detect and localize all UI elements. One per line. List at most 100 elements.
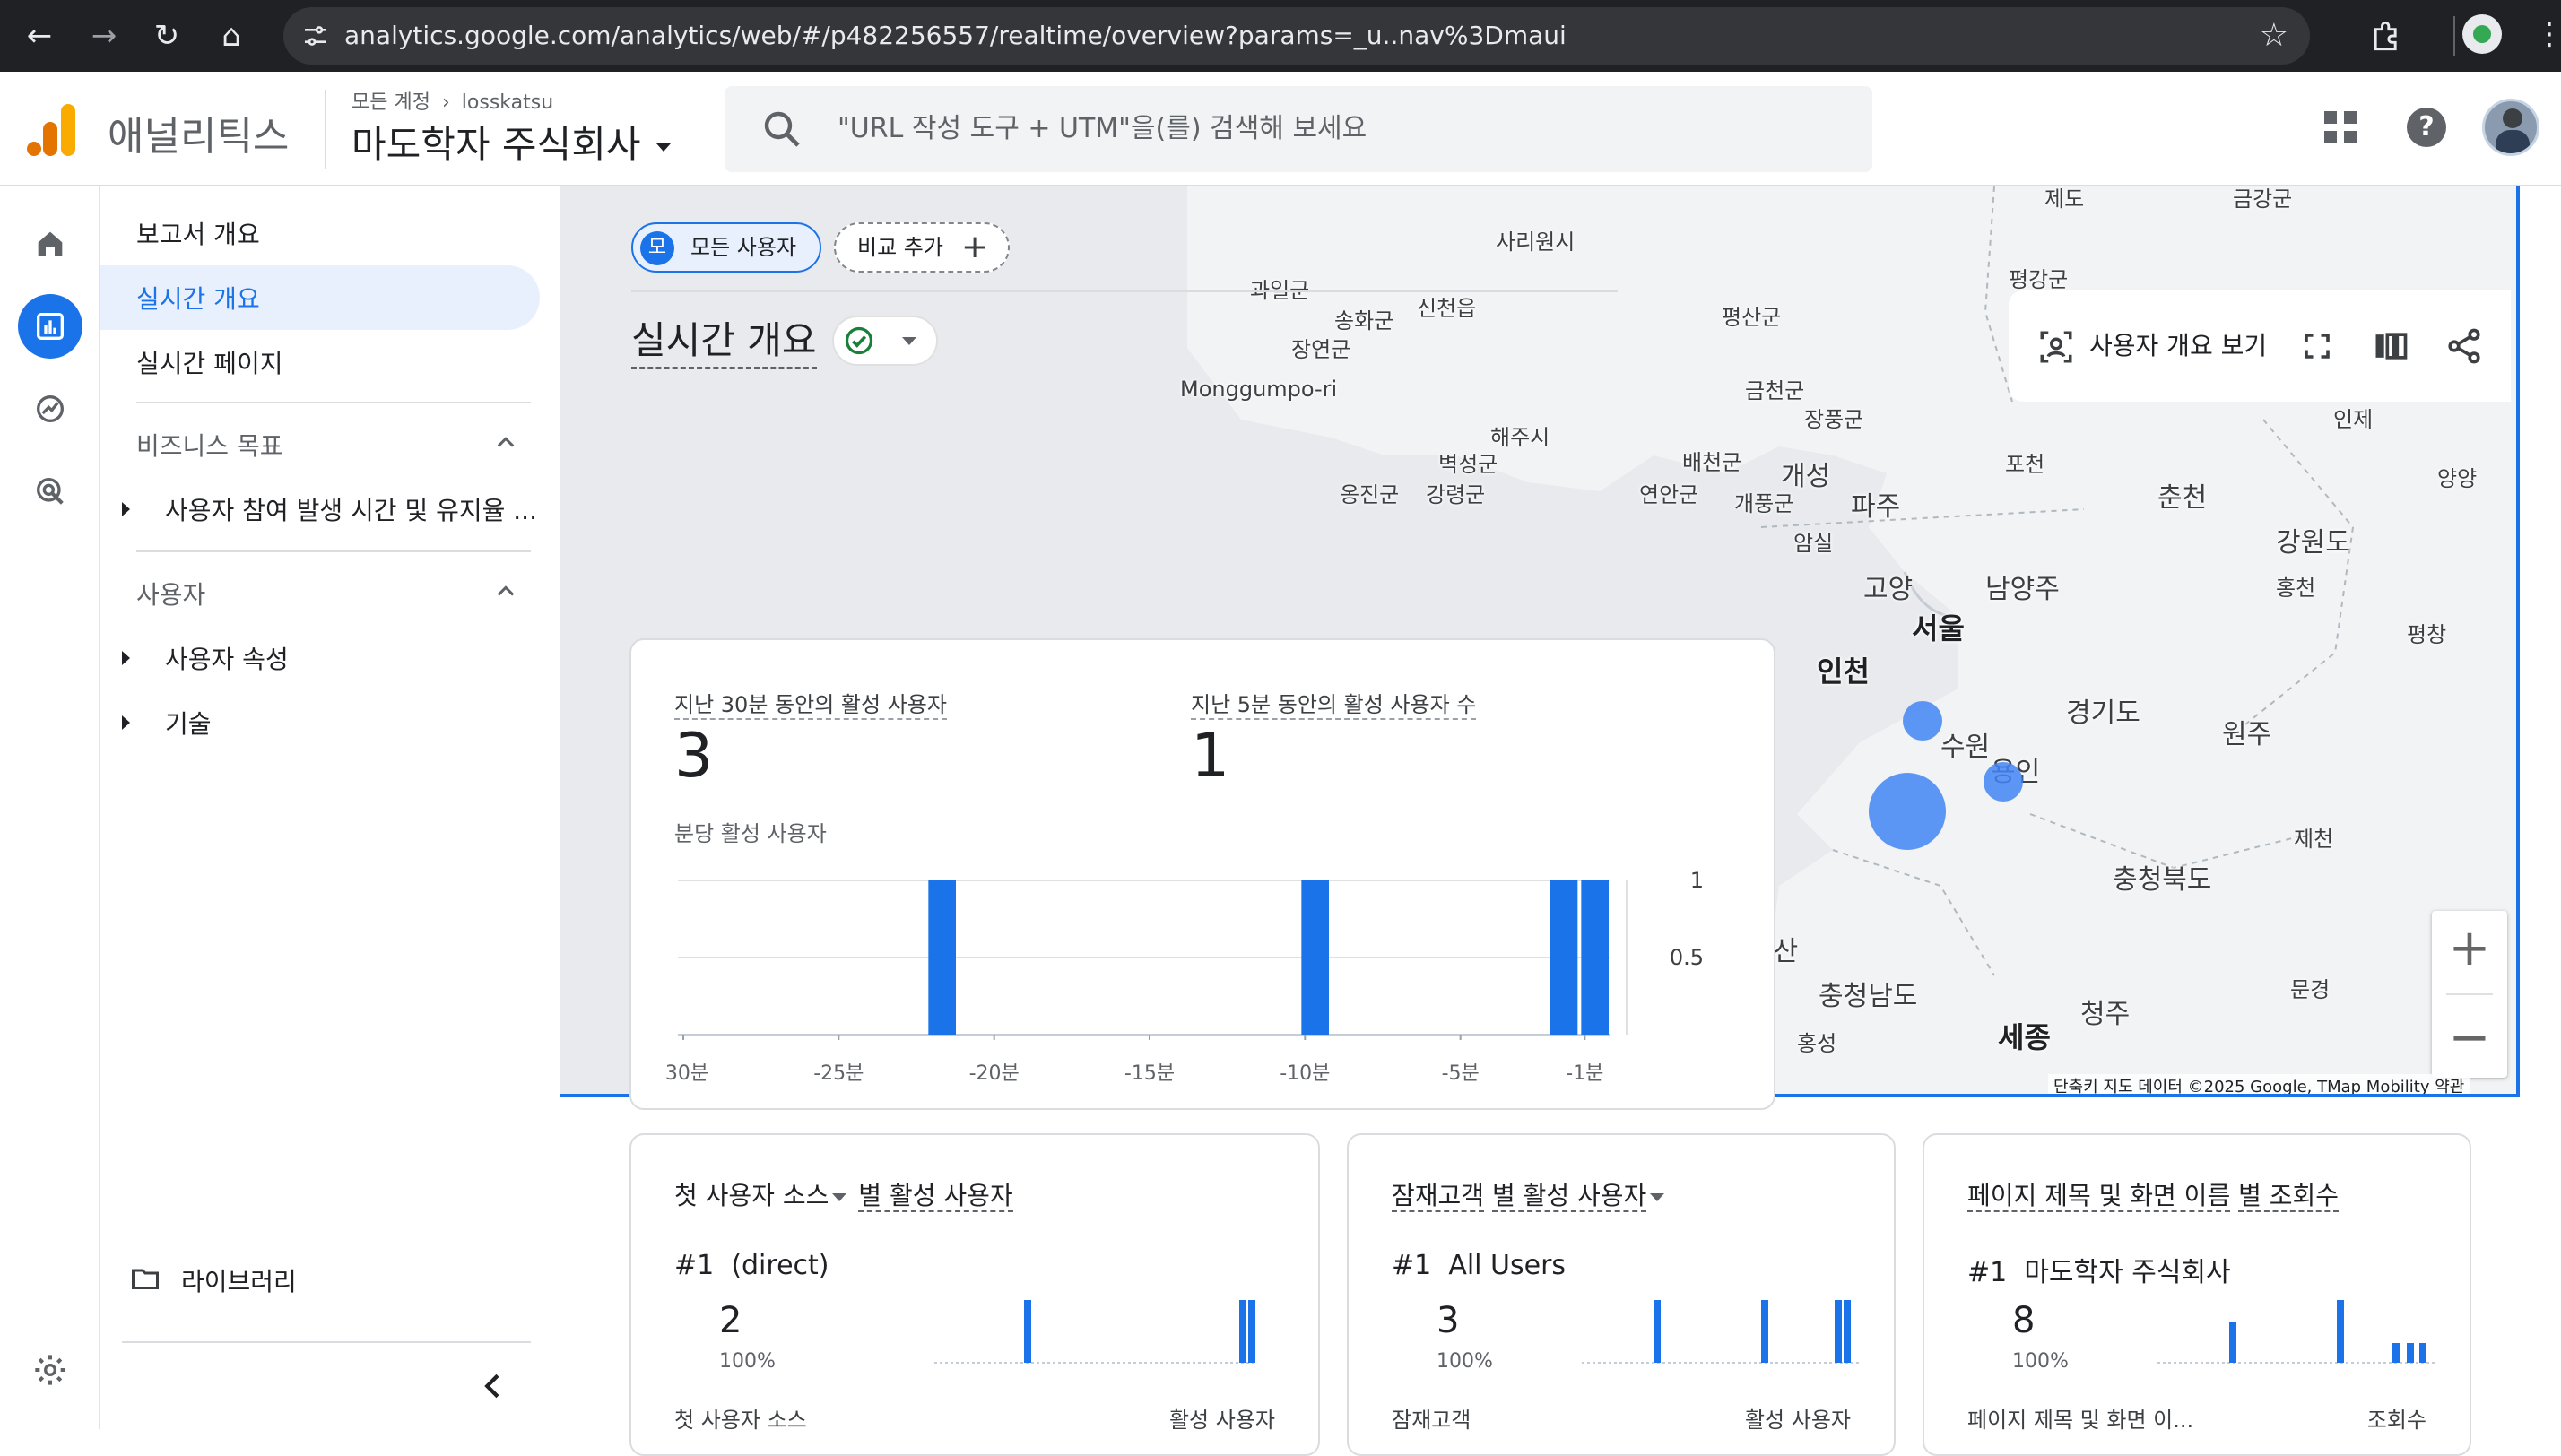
share-icon[interactable] <box>2444 326 2484 366</box>
map-label: 평강군 <box>2009 267 2069 292</box>
chevron-down-icon[interactable] <box>832 1192 847 1201</box>
breadcrumb-root: 모든 계정 <box>352 91 430 114</box>
expand-arrow-icon[interactable] <box>122 651 130 665</box>
left-rail <box>0 186 100 1429</box>
all-users-label: 모든 사용자 <box>690 235 797 260</box>
nav-realtime-pages[interactable]: 실시간 페이지 <box>136 344 282 380</box>
report-nav-panel: 보고서 개요 실시간 개요 실시간 페이지 비즈니스 목표 사용자 참여 발생 … <box>100 186 560 1429</box>
top-item-name: 마도학자 주식회사 <box>2024 1257 2231 1288</box>
chevron-down-icon[interactable] <box>1650 1192 1665 1201</box>
nav-tech[interactable]: 기술 <box>165 705 212 741</box>
extensions-icon[interactable] <box>2367 16 2407 56</box>
site-settings-icon[interactable] <box>301 22 330 50</box>
map-label: 장풍군 <box>1804 407 1864 432</box>
map-label: 남양주 <box>1985 574 2060 605</box>
all-users-chip[interactable]: 모 모든 사용자 <box>631 222 821 273</box>
top-item-value: 2 <box>719 1300 742 1341</box>
home-icon[interactable]: ⌂ <box>208 13 255 59</box>
menu-dots-icon[interactable]: ⋮ <box>2534 13 2561 56</box>
fullscreen-icon[interactable] <box>2301 330 2333 362</box>
map-label: 벽성군 <box>1438 452 1498 477</box>
collapse-nav-icon[interactable] <box>475 1368 511 1404</box>
rail-advertising-button[interactable] <box>18 459 82 524</box>
zoom-in-button[interactable]: + <box>2432 911 2507 986</box>
map-label: 금천군 <box>1745 378 1805 403</box>
nav-report-overview[interactable]: 보고서 개요 <box>136 215 260 251</box>
chevron-up-icon[interactable] <box>493 579 518 604</box>
chevron-up-icon[interactable] <box>493 430 518 455</box>
nav-library[interactable]: 라이브러리 <box>181 1262 297 1298</box>
x-tick-label: -10분 <box>1280 1062 1330 1085</box>
apps-grid-icon[interactable] <box>2322 109 2358 145</box>
nav-section-business-goals[interactable]: 비즈니스 목표 <box>136 427 282 463</box>
rail-admin-button[interactable] <box>18 1338 82 1402</box>
x-tick-label: -25분 <box>813 1062 864 1085</box>
avatar[interactable] <box>2482 99 2539 156</box>
map-label: 춘천 <box>2157 482 2208 514</box>
rail-reports-button[interactable] <box>18 294 82 359</box>
metric-5min-label[interactable]: 지난 5분 동안의 활성 사용자 수 <box>1191 687 1477 720</box>
top-item-percent: 100% <box>719 1350 776 1373</box>
map-label: 양양 <box>2437 466 2478 491</box>
chart-bar[interactable] <box>1550 880 1578 1035</box>
x-tick-label: -15분 <box>1124 1062 1175 1085</box>
chart-bar[interactable] <box>1301 880 1329 1035</box>
address-bar[interactable]: analytics.google.com/analytics/web/#/p48… <box>283 7 2310 65</box>
view-user-overview-button[interactable]: 사용자 개요 보기 <box>2089 290 2267 402</box>
x-tick-label: -20분 <box>969 1062 1020 1085</box>
chart-title: 분당 활성 사용자 <box>674 821 827 846</box>
card-top-item: #1 마도학자 주식회사 <box>1967 1250 2231 1289</box>
user-overview-icon[interactable] <box>2037 328 2075 366</box>
help-icon[interactable]: ? <box>2407 108 2446 147</box>
chart-bar[interactable] <box>928 880 956 1035</box>
compare-columns-icon[interactable] <box>2371 326 2410 366</box>
advertising-icon <box>37 478 64 505</box>
property-selector[interactable]: 마도학자 주식회사 <box>352 115 674 169</box>
top-item-name: All Users <box>1448 1250 1567 1281</box>
search-input[interactable]: "URL 작성 도구 + UTM"을(를) 검색해 보세요 <box>725 86 1872 172</box>
map-label: 배천군 <box>1682 450 1742 475</box>
expand-arrow-icon[interactable] <box>122 502 130 516</box>
per-minute-chart[interactable]: 1 0.5 -30분 -25분 -20분 -15분 -10분 -5분 -1분 <box>664 855 1740 1097</box>
nav-section-users[interactable]: 사용자 <box>136 576 205 611</box>
user-location-dot[interactable] <box>1903 701 1942 741</box>
map-toolbar: 사용자 개요 보기 <box>2009 290 2511 402</box>
dimension-selector[interactable]: 잠재고객 <box>1392 1181 1485 1212</box>
x-tick-label: -5분 <box>1442 1062 1480 1085</box>
bookmark-star-icon[interactable]: ☆ <box>2260 16 2288 56</box>
breadcrumb[interactable]: 모든 계정 › losskatsu <box>352 86 553 115</box>
card-audience: 잠재고객 별 활성 사용자 #1 All Users 3 100% 잠재고객 활… <box>1347 1133 1896 1456</box>
dimension-selector[interactable]: 첫 사용자 소스 <box>674 1181 829 1210</box>
map-label: 인제 <box>2333 407 2374 432</box>
map-label: 제도 <box>2044 186 2085 212</box>
rail-explore-button[interactable] <box>18 377 82 441</box>
metric-30min-label[interactable]: 지난 30분 동안의 활성 사용자 <box>674 687 947 720</box>
y-tick-label: 1 <box>1690 868 1704 893</box>
map-label: 경기도 <box>2066 698 2140 729</box>
forward-icon[interactable]: → <box>81 13 127 59</box>
zoom-out-button[interactable]: − <box>2432 1001 2507 1076</box>
y-tick-label: 0.5 <box>1670 945 1704 970</box>
expand-arrow-icon[interactable] <box>122 715 130 730</box>
user-location-dot[interactable] <box>1869 773 1946 850</box>
all-users-badge: 모 <box>640 231 674 265</box>
reports-icon <box>37 313 64 340</box>
map-label: 문경 <box>2290 977 2331 1002</box>
back-icon[interactable]: ← <box>16 13 63 59</box>
map-label: 옹진군 <box>1340 482 1400 507</box>
add-comparison-chip[interactable]: 비교 추가 + <box>834 222 1010 273</box>
map-attribution[interactable]: 단축키 지도 데이터 ©2025 Google, TMap Mobility 약… <box>2048 1074 2470 1094</box>
map-label: 인천 <box>1817 654 1870 689</box>
chart-bar[interactable] <box>1581 880 1609 1035</box>
rail-home-button[interactable] <box>18 212 82 276</box>
analytics-logo-icon[interactable] <box>25 100 79 158</box>
nav-engagement-item[interactable]: 사용자 참여 발생 시간 및 유지율 ... <box>165 491 537 527</box>
nav-user-attributes[interactable]: 사용자 속성 <box>165 640 289 676</box>
top-item-value: 8 <box>2012 1300 2036 1341</box>
user-location-dot[interactable] <box>1984 762 2023 802</box>
nav-realtime-overview[interactable]: 실시간 개요 <box>136 280 260 316</box>
profile-icon[interactable] <box>2462 14 2502 54</box>
search-icon <box>764 111 800 147</box>
reload-icon[interactable]: ↻ <box>143 13 190 59</box>
status-selector[interactable] <box>832 316 938 366</box>
